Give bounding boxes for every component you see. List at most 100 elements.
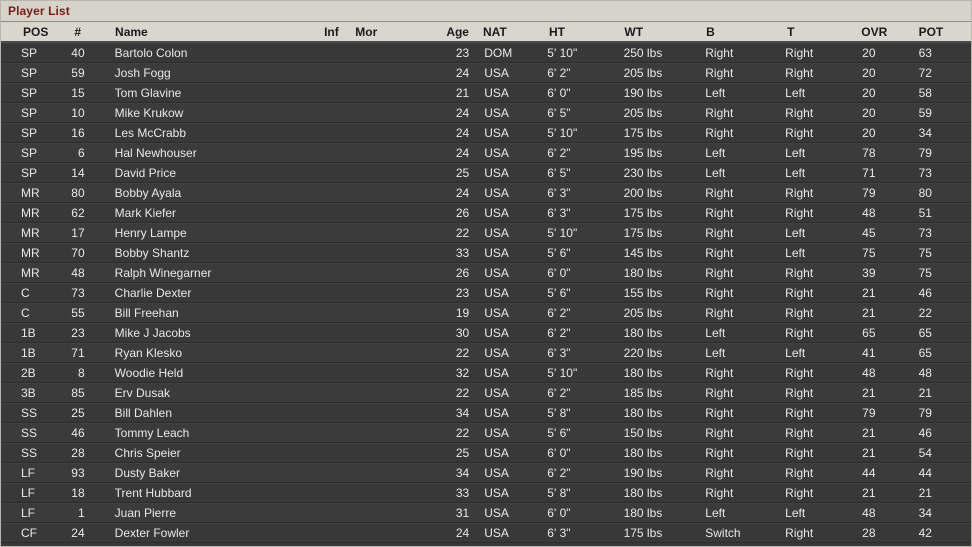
cell-num: 70 (71, 246, 85, 260)
cell-pot: 65 (918, 346, 932, 360)
cell-num: 17 (71, 226, 85, 240)
cell-pos: 3B (21, 386, 36, 400)
table-row[interactable]: MR 62 Mark Kiefer 26 USA 6' 3" 175 lbs Right Rig… (1, 203, 971, 223)
table-row[interactable]: SS 46 Tommy Leach 22 USA 5' 6" 150 lbs Right Rig… (1, 423, 971, 443)
table-row[interactable]: MR 80 Bobby Ayala 24 USA 6' 3" 200 lbs Right Rig… (1, 183, 971, 203)
table-row[interactable]: SP 15 Tom Glavine 21 USA 6' 0" 190 lbs Left Left… (1, 83, 971, 103)
cell-nat: USA (484, 406, 509, 420)
cell-ovr: 21 (862, 306, 876, 320)
cell-b: Right (705, 366, 734, 380)
cell-pos: 1B (21, 346, 36, 360)
table-row[interactable]: MR 70 Bobby Shantz 33 USA 5' 6" 145 lbs Right Le… (1, 243, 971, 263)
cell-age: 22 (455, 426, 470, 440)
cell-pos: LF (21, 466, 36, 480)
table-row[interactable]: SP 59 Josh Fogg 24 USA 6' 2" 205 lbs Right Right… (1, 63, 971, 83)
table-row[interactable]: SP 10 Mike Krukow 24 USA 6' 5" 205 lbs Right Rig… (1, 103, 971, 123)
cell-ht: 6' 2" (547, 66, 571, 80)
column-header-wt[interactable]: WT (616, 25, 701, 39)
cell-ovr: 21 (862, 386, 876, 400)
cell-pot: 54 (918, 446, 932, 460)
column-header-pot[interactable]: POT (915, 25, 971, 39)
column-header-inf[interactable]: Inf (290, 25, 342, 39)
column-header-ht[interactable]: HT (541, 25, 616, 39)
column-header-t[interactable]: T (780, 25, 858, 39)
table-row[interactable]: CF 24 Dexter Fowler 24 USA 6' 3" 175 lbs Switch… (1, 523, 971, 543)
cell-name: Tommy Leach (114, 426, 190, 440)
cell-ht: 6' 5" (547, 166, 571, 180)
cell-ht: 6' 5" (547, 106, 571, 120)
cell-pos: SS (21, 446, 38, 460)
cell-wt: 205 lbs (623, 106, 663, 120)
column-header-name[interactable]: Name (107, 25, 290, 39)
cell-pos: MR (21, 246, 40, 260)
cell-age: 24 (455, 66, 470, 80)
cell-pot: 34 (918, 506, 932, 520)
table-row[interactable]: C 73 Charlie Dexter 23 USA 5' 6" 155 lbs Right R… (1, 283, 971, 303)
cell-ht: 5' 10" (547, 46, 578, 60)
cell-wt: 180 lbs (623, 366, 663, 380)
cell-pos: SP (21, 166, 38, 180)
cell-pos: SS (21, 406, 38, 420)
cell-wt: 190 lbs (623, 86, 663, 100)
table-row[interactable]: C 55 Bill Freehan 19 USA 6' 2" 205 lbs Right Rig… (1, 303, 971, 323)
table-body: SP 40 Bartolo Colon 23 DOM 5' 10" 250 lbs Right… (1, 43, 971, 543)
cell-pos: 2B (21, 366, 36, 380)
cell-wt: 145 lbs (623, 246, 663, 260)
cell-pot: 22 (918, 306, 932, 320)
column-header-pos[interactable]: POS (1, 25, 51, 39)
table-row[interactable]: MR 17 Henry Lampe 22 USA 5' 10" 175 lbs Right Le… (1, 223, 971, 243)
cell-pos: SP (21, 46, 38, 60)
cell-wt: 180 lbs (623, 506, 663, 520)
cell-name: Dexter Fowler (114, 526, 190, 540)
cell-b: Right (705, 106, 734, 120)
table-row[interactable]: LF 18 Trent Hubbard 33 USA 5' 8" 180 lbs Right R… (1, 483, 971, 503)
table-row[interactable]: SP 40 Bartolo Colon 23 DOM 5' 10" 250 lbs Right… (1, 43, 971, 63)
cell-b: Left (705, 346, 726, 360)
table-row[interactable]: LF 1 Juan Pierre 31 USA 6' 0" 180 lbs Left Left 4… (1, 503, 971, 523)
cell-ht: 6' 3" (547, 526, 571, 540)
table-row[interactable]: SP 16 Les McCrabb 24 USA 5' 10" 175 lbs Right Ri… (1, 123, 971, 143)
cell-name: Bartolo Colon (114, 46, 188, 60)
cell-t: Right (785, 186, 814, 200)
table-row[interactable]: 1B 71 Ryan Klesko 22 USA 6' 3" 220 lbs Left Left… (1, 343, 971, 363)
cell-age: 24 (455, 146, 470, 160)
cell-ovr: 21 (862, 446, 876, 460)
table-row[interactable]: SS 28 Chris Speier 25 USA 6' 0" 180 lbs Right Ri… (1, 443, 971, 463)
cell-num: 23 (71, 326, 85, 340)
cell-wt: 175 lbs (623, 206, 663, 220)
cell-nat: USA (484, 286, 509, 300)
cell-pot: 63 (918, 46, 932, 60)
table-row[interactable]: SP 14 David Price 25 USA 6' 5" 230 lbs Left Left… (1, 163, 971, 183)
cell-t: Right (785, 306, 814, 320)
cell-ht: 6' 0" (547, 266, 571, 280)
cell-ht: 6' 2" (547, 466, 571, 480)
cell-wt: 180 lbs (623, 266, 663, 280)
table-row[interactable]: 3B 85 Erv Dusak 22 USA 6' 2" 185 lbs Right Right… (1, 383, 971, 403)
cell-nat: DOM (484, 46, 513, 60)
column-header-b[interactable]: B (701, 25, 780, 39)
table-row[interactable]: LF 93 Dusty Baker 34 USA 6' 2" 190 lbs Right Rig… (1, 463, 971, 483)
table-row[interactable]: SS 25 Bill Dahlen 34 USA 5' 8" 180 lbs Right Rig… (1, 403, 971, 423)
cell-t: Left (785, 146, 806, 160)
cell-ovr: 48 (862, 206, 876, 220)
cell-nat: USA (484, 486, 509, 500)
table-row[interactable]: MR 48 Ralph Winegarner 26 USA 6' 0" 180 lbs Rig… (1, 263, 971, 283)
column-header-ovr[interactable]: OVR (858, 25, 914, 39)
column-header-age[interactable]: Age (391, 25, 479, 39)
table-row[interactable]: SP 6 Hal Newhouser 24 USA 6' 2" 195 lbs Left Lef… (1, 143, 971, 163)
cell-pot: 72 (918, 66, 932, 80)
cell-num: 59 (71, 66, 85, 80)
cell-pot: 75 (918, 246, 932, 260)
cell-nat: USA (484, 446, 509, 460)
cell-ht: 6' 2" (547, 306, 571, 320)
cell-b: Left (705, 506, 726, 520)
column-header-num[interactable]: # (51, 25, 107, 39)
cell-pot: 46 (918, 426, 932, 440)
table-row[interactable]: 1B 23 Mike J Jacobs 30 USA 6' 2" 180 lbs Left Ri… (1, 323, 971, 343)
table-row[interactable]: 2B 8 Woodie Held 32 USA 5' 10" 180 lbs Right Rig… (1, 363, 971, 383)
column-header-nat[interactable]: NAT (479, 25, 541, 39)
player-list-window: Player List POS # Name Inf Mor Age NAT HT WT B T OV… (0, 0, 972, 547)
cell-num: 24 (71, 526, 85, 540)
column-header-mor[interactable]: Mor (342, 25, 392, 39)
page-title: Player List (8, 4, 70, 18)
